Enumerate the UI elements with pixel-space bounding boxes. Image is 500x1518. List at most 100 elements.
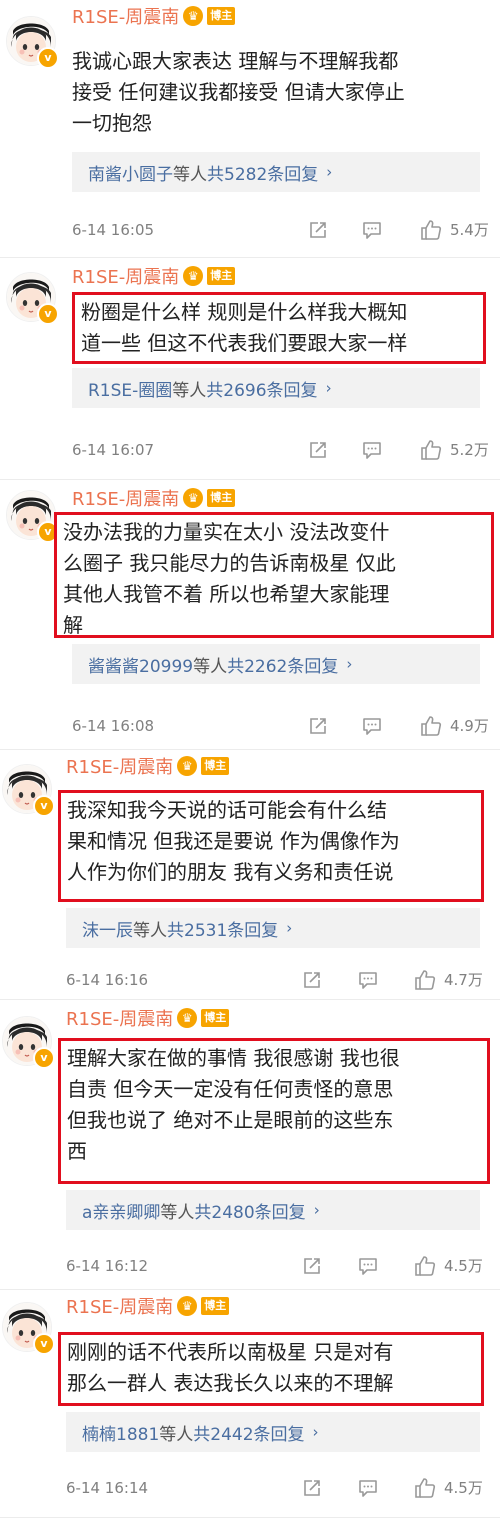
comment-text: 粉圈是什么样 规则是什么样我大概知 道一些 但这不代表我们要跟大家一样 [72,292,486,364]
verified-badge-icon: v [33,1333,55,1355]
share-icon[interactable] [308,716,328,736]
like-count: 5.4万 [450,221,489,239]
avatar[interactable]: v [6,272,59,325]
like-count: 4.5万 [444,1479,483,1497]
comment-icon[interactable] [358,1256,378,1276]
verified-badge-icon: v [37,303,59,325]
comment-text: 理解大家在做的事情 我很感谢 我也很 自责 但今天一定没有任何责怪的意思 但我也… [58,1038,490,1184]
author-badge: 博主 [201,1297,230,1315]
comment-icon[interactable] [362,220,382,240]
avatar[interactable]: v [2,764,55,817]
comment-feed: v R1SE-周震南 ♛ 博主 我诚心跟大家表达 理解与不理解我都 接受 任何建… [0,0,500,1518]
like-icon[interactable] [414,1255,436,1276]
verified-badge-icon: v [33,1047,55,1069]
comment-item: v R1SE-周震南 ♛ 博主 我诚心跟大家表达 理解与不理解我都 接受 任何建… [0,0,500,258]
like-icon[interactable] [414,969,436,990]
timestamp: 6-14 16:12 [66,1257,149,1275]
reply-count[interactable]: 共2696条回复 [206,376,317,401]
share-icon[interactable] [302,970,322,990]
reply-count[interactable]: 共5282条回复 [207,160,318,185]
username[interactable]: R1SE-周震南 [66,1005,173,1031]
crown-icon: ♛ [177,756,198,776]
like-count: 4.7万 [444,971,483,989]
comment-icon[interactable] [362,440,382,460]
like-count: 4.5万 [444,1257,483,1275]
username[interactable]: R1SE-周震南 [72,485,179,511]
crown-icon: ♛ [183,266,204,286]
replies-summary[interactable]: 南酱小圆子 等人 共5282条回复 › [72,152,480,192]
share-icon[interactable] [302,1256,322,1276]
comment-icon[interactable] [362,716,382,736]
comment-text: 我诚心跟大家表达 理解与不理解我都 接受 任何建议我都接受 但请大家停止 一切抱… [72,49,405,135]
crown-icon: ♛ [177,1296,198,1316]
comment-item: v R1SE-周震南 ♛ 博主 刚刚的话不代表所以南极星 只是对有 那么一群人 … [0,1290,500,1518]
author-badge: 博主 [201,757,230,775]
chevron-right-icon: › [313,1201,320,1219]
avatar[interactable]: v [6,490,59,543]
author-badge: 博主 [207,489,236,507]
reply-count[interactable]: 共2262条回复 [227,652,338,677]
comment-item: v R1SE-周震南 ♛ 博主 我深知我今天说的话可能会有什么结 果和情况 但我… [0,750,500,1000]
reply-user[interactable]: a亲亲卿卿 [82,1198,160,1223]
verified-badge-icon: v [37,47,59,69]
reply-mid: 等人 [193,656,228,677]
replies-summary[interactable]: 酱酱酱20999 等人 共2262条回复 › [72,644,480,684]
reply-user[interactable]: R1SE-圈圈 [88,376,172,401]
reply-user[interactable]: 沫一辰 [82,916,133,941]
like-count: 4.9万 [450,717,489,735]
crown-icon: ♛ [183,488,204,508]
comment-icon[interactable] [358,970,378,990]
timestamp: 6-14 16:05 [72,221,155,239]
like-count: 5.2万 [450,441,489,459]
comment-item: v R1SE-周震南 ♛ 博主 理解大家在做的事情 我很感谢 我也很 自责 但今… [0,1000,500,1290]
comment-item: v R1SE-周震南 ♛ 博主 没办法我的力量实在太小 没法改变什 么圈子 我只… [0,480,500,750]
reply-count[interactable]: 共2442条回复 [193,1420,304,1445]
avatar[interactable]: v [2,1302,55,1355]
reply-mid: 等人 [159,1424,194,1445]
like-icon[interactable] [420,715,442,736]
replies-summary[interactable]: a亲亲卿卿 等人 共2480条回复 › [66,1190,480,1230]
comment-item: v R1SE-周震南 ♛ 博主 粉圈是什么样 规则是什么样我大概知 道一些 但这… [0,258,500,480]
author-badge: 博主 [201,1009,230,1027]
reply-user[interactable]: 酱酱酱20999 [88,652,193,677]
verified-badge-icon: v [33,795,55,817]
replies-summary[interactable]: 沫一辰 等人 共2531条回复 › [66,908,480,948]
like-icon[interactable] [420,219,442,240]
share-icon[interactable] [308,220,328,240]
reply-count[interactable]: 共2531条回复 [167,916,278,941]
avatar[interactable]: v [6,16,59,69]
comment-icon[interactable] [358,1478,378,1498]
comment-text: 刚刚的话不代表所以南极星 只是对有 那么一群人 表达我长久以来的不理解 [58,1332,484,1406]
reply-mid: 等人 [173,164,207,185]
timestamp: 6-14 16:07 [72,441,155,459]
timestamp: 6-14 16:14 [66,1479,149,1497]
username[interactable]: R1SE-周震南 [72,3,179,29]
replies-summary[interactable]: 楠楠1881 等人 共2442条回复 › [66,1412,480,1452]
username[interactable]: R1SE-周震南 [66,1293,173,1319]
crown-icon: ♛ [183,6,204,26]
comment-text: 没办法我的力量实在太小 没法改变什 么圈子 我只能尽力的告诉南极星 仅此 其他人… [54,512,494,638]
timestamp: 6-14 16:16 [66,971,149,989]
reply-user[interactable]: 南酱小圆子 [88,160,173,185]
username[interactable]: R1SE-周震南 [72,263,179,289]
avatar[interactable]: v [2,1016,55,1069]
chevron-right-icon: › [286,919,293,937]
like-icon[interactable] [414,1477,436,1498]
chevron-right-icon: › [312,1423,319,1441]
crown-icon: ♛ [177,1008,198,1028]
reply-mid: 等人 [133,920,167,941]
replies-summary[interactable]: R1SE-圈圈 等人 共2696条回复 › [72,368,480,408]
username[interactable]: R1SE-周震南 [66,753,173,779]
share-icon[interactable] [308,440,328,460]
share-icon[interactable] [302,1478,322,1498]
reply-mid: 等人 [172,380,207,401]
like-icon[interactable] [420,439,442,460]
author-badge: 博主 [207,267,236,285]
reply-user[interactable]: 楠楠1881 [82,1420,159,1445]
comment-text: 我深知我今天说的话可能会有什么结 果和情况 但我还是要说 作为偶像作为 人作为你… [58,790,484,902]
reply-count[interactable]: 共2480条回复 [194,1198,305,1223]
reply-mid: 等人 [160,1202,195,1223]
chevron-right-icon: › [325,379,332,397]
chevron-right-icon: › [346,655,353,673]
author-badge: 博主 [207,7,236,25]
